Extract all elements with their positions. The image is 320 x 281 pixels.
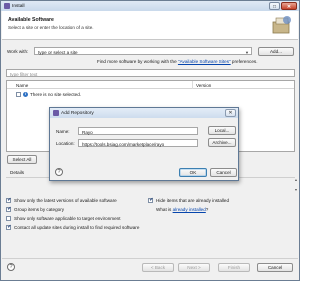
already-installed-link[interactable]: already installed — [173, 207, 206, 212]
table-header: Name Version — [7, 81, 294, 89]
window-title: Install — [12, 3, 25, 9]
next-button[interactable]: Next > — [178, 263, 210, 272]
option-label: Show only software applicable to target … — [14, 216, 121, 221]
dialog-app-icon — [53, 110, 59, 116]
what-is-prefix: What is — [156, 207, 173, 212]
close-window-button[interactable]: ✕ — [281, 2, 297, 10]
back-button[interactable]: < Back — [142, 263, 174, 272]
title-bar: Install □ ✕ — [1, 1, 299, 11]
what-is-installed-text: What is already installed? — [156, 207, 208, 212]
install-window: Install □ ✕ Available Software Select a … — [0, 0, 300, 281]
add-repository-dialog: Add Repository ✕ Name: Rayo Local... Loc… — [49, 107, 239, 181]
work-with-label: Work with: — [7, 49, 29, 54]
help-glyph: ? — [57, 169, 61, 175]
dialog-help-icon[interactable]: ? — [55, 168, 63, 176]
finish-button[interactable]: Finish — [218, 263, 250, 272]
select-all-button[interactable]: Select All — [7, 155, 37, 164]
scroll-up-icon[interactable]: ▲ — [293, 178, 299, 183]
find-more-suffix: preferences. — [230, 59, 258, 64]
table-row[interactable]: i There is no site selected. — [16, 91, 216, 98]
add-site-button[interactable]: Add... — [258, 47, 294, 56]
help-icon[interactable]: ? — [7, 263, 15, 271]
filter-input[interactable]: type filter text — [6, 69, 295, 77]
close-icon: ✕ — [286, 3, 292, 10]
install-banner-icon — [272, 16, 291, 34]
page-subtitle: Select a site or enter the location of a… — [8, 25, 94, 30]
dialog-title: Add Repository — [61, 110, 94, 116]
column-divider[interactable] — [192, 81, 193, 89]
dialog-close-button[interactable]: ✕ — [225, 109, 236, 117]
work-with-combo[interactable]: type or select a site ▼ — [34, 47, 252, 55]
footer-divider — [2, 258, 298, 259]
column-header-name[interactable]: Name — [16, 83, 28, 88]
row-checkbox[interactable] — [16, 92, 21, 97]
option-label: Group items by category — [14, 207, 65, 212]
wizard-header: Available Software Select a site or ente… — [2, 11, 298, 40]
work-with-placeholder: type or select a site — [38, 49, 78, 55]
repository-location-value: https://tools.bsiag.com/marketplace/rayo — [82, 141, 165, 147]
app-icon — [4, 3, 10, 9]
checkbox-group-by-category[interactable] — [6, 206, 11, 212]
repository-location-field[interactable]: https://tools.bsiag.com/marketplace/rayo — [78, 139, 198, 147]
find-more-text: Find more software by working with the "… — [97, 59, 257, 64]
maximize-button[interactable]: □ — [269, 2, 280, 10]
dialog-title-bar: Add Repository ✕ — [50, 108, 238, 118]
find-more-prefix: Find more software by working with the — [97, 59, 178, 64]
details-label: Details — [10, 170, 25, 175]
cancel-button[interactable]: Cancel — [257, 263, 293, 272]
option-label: Hide items that are already installed — [156, 198, 230, 203]
info-icon: i — [23, 92, 28, 97]
archive-button[interactable]: Archive... — [208, 138, 236, 147]
filter-placeholder: type filter text — [10, 71, 38, 77]
row-label: There is no site selected. — [30, 92, 82, 97]
name-label: Name: — [56, 129, 70, 134]
chevron-down-icon: ▼ — [245, 50, 249, 55]
close-icon: ✕ — [228, 110, 233, 116]
checkbox-show-applicable[interactable] — [6, 216, 11, 221]
what-is-suffix: ? — [205, 207, 209, 212]
repository-name-field[interactable]: Rayo — [78, 127, 198, 135]
repository-name-value: Rayo — [82, 129, 93, 135]
available-software-sites-link[interactable]: "Available Software Sites" — [178, 59, 231, 64]
checkbox-show-latest[interactable] — [6, 197, 11, 203]
checkbox-hide-installed[interactable] — [148, 197, 153, 203]
option-label: Contact all update sites during install … — [14, 225, 140, 230]
option-label: Show only the latest versions of availab… — [14, 198, 117, 203]
maximize-icon: □ — [272, 3, 277, 10]
location-label: Location: — [56, 141, 75, 146]
scroll-down-icon[interactable]: ▼ — [293, 188, 299, 193]
page-title: Available Software — [8, 17, 54, 23]
dialog-cancel-button[interactable]: Cancel — [210, 168, 237, 177]
checkbox-contact-update-sites[interactable] — [6, 224, 11, 230]
local-button[interactable]: Local... — [208, 126, 236, 135]
ok-button[interactable]: OK — [179, 168, 207, 177]
column-header-version[interactable]: Version — [196, 83, 211, 88]
